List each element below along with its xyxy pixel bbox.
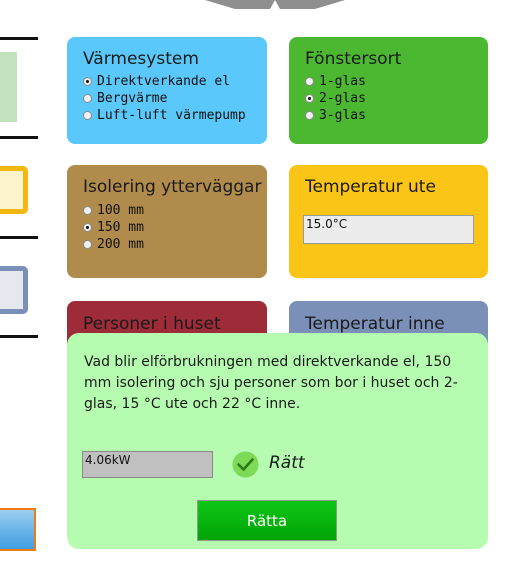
- radio-selected-icon[interactable]: [83, 223, 92, 232]
- left-divider-1: [0, 37, 38, 40]
- quiz-panel: Vad blir elförbrukningen med direktverka…: [67, 333, 488, 549]
- answer-field[interactable]: 4.06kW: [82, 451, 213, 478]
- insulation-option-150[interactable]: 150 mm: [83, 220, 144, 235]
- radio-icon[interactable]: [83, 111, 92, 120]
- indoor-temperature-title: Temperatur inne: [305, 314, 445, 334]
- window-option-2-glass[interactable]: 2-glas: [305, 91, 366, 106]
- window-option-1-glass[interactable]: 1-glas: [305, 74, 366, 89]
- insulation-option-100[interactable]: 100 mm: [83, 203, 144, 218]
- window-type-title: Fönstersort: [305, 49, 402, 69]
- radio-icon[interactable]: [83, 94, 92, 103]
- window-type-card: Fönstersort 1-glas 2-glas 3-glas: [289, 37, 488, 144]
- left-yellow-block: [0, 166, 28, 214]
- insulation-card: Isolering ytterväggar 100 mm 150 mm 200 …: [67, 165, 267, 278]
- insulation-option-200[interactable]: 200 mm: [83, 237, 144, 252]
- outdoor-temperature-title: Temperatur ute: [305, 177, 436, 197]
- left-green-block: [0, 52, 17, 122]
- heating-option-geothermal[interactable]: Bergvärme: [83, 91, 167, 106]
- quiz-question: Vad blir elförbrukningen med direktverka…: [84, 354, 458, 412]
- feedback-label: Rätt: [269, 453, 305, 473]
- check-answer-button[interactable]: Rätta: [197, 500, 337, 541]
- radio-selected-icon[interactable]: [83, 77, 92, 86]
- radio-icon[interactable]: [305, 111, 314, 120]
- insulation-title: Isolering ytterväggar: [83, 177, 262, 197]
- outdoor-temperature-card: Temperatur ute 15.0°C: [289, 165, 488, 278]
- radio-icon[interactable]: [83, 240, 92, 249]
- heating-option-air-heat-pump[interactable]: Luft-luft värmepump: [83, 108, 246, 123]
- left-divider-2: [0, 136, 38, 139]
- left-gradient-button[interactable]: [0, 508, 36, 551]
- left-divider-3: [0, 236, 38, 239]
- heating-system-title: Värmesystem: [83, 49, 199, 69]
- heating-option-direct-electric[interactable]: Direktverkande el: [83, 74, 230, 89]
- radio-selected-icon[interactable]: [305, 94, 314, 103]
- window-option-3-glass[interactable]: 3-glas: [305, 108, 366, 123]
- persons-title: Personer i huset: [83, 314, 221, 334]
- top-arrow-decoration: [205, 0, 345, 9]
- check-circle-icon: [232, 451, 259, 478]
- radio-icon[interactable]: [305, 77, 314, 86]
- heating-system-card: Värmesystem Direktverkande el Bergvärme …: [67, 37, 267, 144]
- left-blue-block: [0, 266, 28, 314]
- left-divider-4: [0, 335, 38, 338]
- outdoor-temperature-field[interactable]: 15.0°C: [303, 215, 474, 244]
- radio-icon[interactable]: [83, 206, 92, 215]
